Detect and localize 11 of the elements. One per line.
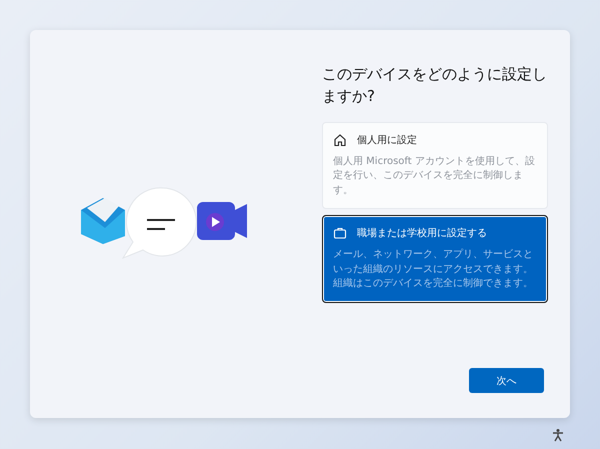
option-title: 職場または学校用に設定する xyxy=(357,226,487,240)
option-title: 個人用に設定 xyxy=(357,134,417,146)
option-card[interactable]: 個人用に設定 個人用 Microsoft アカウントを使用して、設定を行い、このデバイスを完全に制御します。 xyxy=(322,122,548,209)
option-description: 個人用 Microsoft アカウントを使用して、設定を行い、このデバイスを完全に制御します。 xyxy=(333,154,536,198)
next-button[interactable]: 次へ xyxy=(469,368,544,393)
option-description: メール、ネットワーク、アプリ、サービスといった組織のリソースにアクセスできます。組織はこのデバイスを完全に制御できます。 xyxy=(333,248,534,291)
page-title: このデバイスをどのように設定しますか? xyxy=(322,64,548,107)
home-icon xyxy=(333,132,347,146)
accessibility-icon[interactable] xyxy=(551,428,565,442)
option-card[interactable]: 職場または学校用に設定する メール、ネットワーク、アプリ、サービスといった組織のリソースにアクセスできます。組織はこのデバイスを完全に制御できます。 xyxy=(322,215,548,302)
briefcase-icon xyxy=(333,226,347,240)
